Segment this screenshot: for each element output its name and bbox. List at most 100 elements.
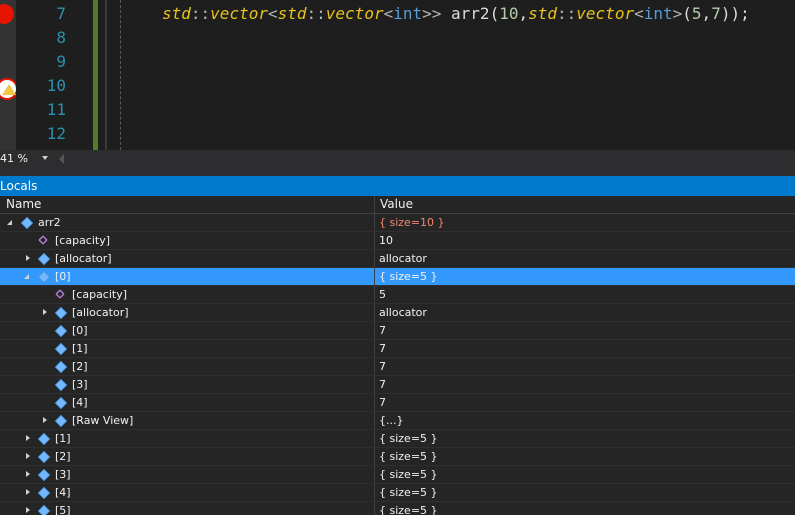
variable-icon: [37, 450, 51, 464]
column-separator: [374, 376, 375, 393]
column-separator: [374, 268, 375, 285]
variable-value[interactable]: { size=5 }: [379, 503, 438, 515]
editor-divider: [105, 0, 107, 150]
variable-name: [capacity]: [72, 288, 128, 301]
variable-value[interactable]: 5: [379, 287, 386, 302]
locals-row[interactable]: [2] 7: [0, 358, 795, 376]
breakpoint-gutter[interactable]: [0, 0, 18, 150]
expand-arrow-icon[interactable]: [26, 255, 30, 261]
locals-row[interactable]: [0] 7: [0, 322, 795, 340]
collapse-arrow-icon[interactable]: [7, 220, 12, 225]
code-token: vector: [576, 4, 635, 23]
code-token: std: [162, 4, 191, 23]
variable-value[interactable]: 7: [379, 341, 386, 356]
code-token: ::: [190, 4, 211, 23]
variable-value[interactable]: 10: [379, 233, 393, 248]
locals-row[interactable]: [capacity] 5: [0, 286, 795, 304]
code-token: std: [277, 4, 307, 23]
locals-row[interactable]: [4] 7: [0, 394, 795, 412]
code-editor[interactable]: 7 8 9 10 11 12 std::vector<std::vector<int>> …: [0, 0, 795, 150]
locals-row[interactable]: [Raw View] {...}: [0, 412, 795, 430]
variable-value[interactable]: 7: [379, 395, 386, 410]
variable-name: [Raw View]: [72, 414, 134, 427]
variable-name: [1]: [55, 432, 71, 445]
variable-name: [4]: [55, 486, 71, 499]
code-token: 5: [691, 4, 702, 23]
variable-name: [allocator]: [72, 306, 129, 319]
variable-value[interactable]: { size=5 }: [379, 485, 438, 500]
panel-splitter[interactable]: [0, 168, 795, 176]
code-token: ::: [557, 4, 577, 23]
expand-arrow-icon[interactable]: [26, 471, 30, 477]
variable-name: [2]: [72, 360, 88, 373]
collapse-arrow-icon[interactable]: [24, 274, 29, 279]
column-separator: [374, 250, 375, 267]
expand-arrow-icon[interactable]: [43, 417, 47, 423]
variable-value[interactable]: { size=5 }: [379, 431, 438, 446]
scroll-left-icon[interactable]: [59, 154, 64, 164]
locals-tree[interactable]: arr2 { size=10 } [capacity] 10 [allocator] al…: [0, 214, 795, 515]
variable-icon: [37, 486, 51, 500]
locals-row[interactable]: [1] 7: [0, 340, 795, 358]
column-separator: [374, 502, 375, 515]
breakpoint-icon[interactable]: [0, 4, 14, 24]
column-separator: [374, 466, 375, 483]
variable-icon: [37, 270, 51, 284]
locals-row[interactable]: [5] { size=5 }: [0, 502, 795, 515]
variable-name: [0]: [55, 270, 71, 283]
variable-value[interactable]: 7: [379, 323, 386, 338]
code-token: <: [383, 4, 394, 23]
variable-value[interactable]: allocator: [379, 251, 427, 266]
locals-row[interactable]: [4] { size=5 }: [0, 484, 795, 502]
code-token: ,: [518, 4, 529, 23]
code-line[interactable]: std::vector<std::vector<int>> arr2(10,st…: [162, 2, 750, 26]
indent-guide: [120, 0, 121, 150]
locals-row[interactable]: [3] 7: [0, 376, 795, 394]
variable-name: [capacity]: [55, 234, 111, 247]
variable-name: [0]: [72, 324, 88, 337]
variable-value[interactable]: { size=5 }: [379, 467, 438, 482]
variable-icon: [54, 378, 68, 392]
column-separator: [374, 484, 375, 501]
locals-row[interactable]: [0] { size=5 }: [0, 268, 795, 286]
locals-row[interactable]: [capacity] 10: [0, 232, 795, 250]
variable-value[interactable]: 7: [379, 359, 386, 374]
expand-arrow-icon[interactable]: [26, 489, 30, 495]
variable-value[interactable]: { size=5 }: [379, 449, 438, 464]
locals-row[interactable]: [allocator] allocator: [0, 250, 795, 268]
variable-icon: [37, 252, 51, 266]
variable-icon: [37, 432, 51, 446]
locals-row[interactable]: [1] { size=5 }: [0, 430, 795, 448]
locals-row[interactable]: [2] { size=5 }: [0, 448, 795, 466]
variable-value[interactable]: { size=5 }: [379, 269, 438, 284]
zoom-level[interactable]: 41 %: [0, 151, 28, 167]
variable-icon: [37, 504, 51, 515]
chevron-down-icon[interactable]: [42, 156, 48, 160]
code-token: 7: [711, 4, 721, 23]
locals-row[interactable]: [allocator] allocator: [0, 304, 795, 322]
variable-name: [3]: [55, 468, 71, 481]
code-token: vector: [210, 4, 268, 23]
variable-value[interactable]: { size=10 }: [379, 215, 445, 230]
expand-arrow-icon[interactable]: [26, 435, 30, 441]
column-separator[interactable]: [374, 196, 375, 213]
variable-value[interactable]: {...}: [379, 413, 404, 428]
code-token: >>: [422, 4, 452, 23]
locals-row[interactable]: arr2 { size=10 }: [0, 214, 795, 232]
locals-row[interactable]: [3] { size=5 }: [0, 466, 795, 484]
variable-value[interactable]: 7: [379, 377, 386, 392]
code-token: ,: [701, 4, 712, 23]
column-separator: [374, 340, 375, 357]
column-separator: [374, 232, 375, 249]
code-token: >: [672, 4, 683, 23]
variable-name: [5]: [55, 504, 71, 515]
variable-value[interactable]: allocator: [379, 305, 427, 320]
name-column-header[interactable]: Name: [6, 197, 41, 212]
expand-arrow-icon[interactable]: [26, 453, 30, 459]
expand-arrow-icon[interactable]: [26, 507, 30, 513]
code-token: <: [267, 4, 278, 23]
code-token: vector: [325, 4, 384, 23]
value-column-header[interactable]: Value: [380, 197, 413, 212]
expand-arrow-icon[interactable]: [43, 309, 47, 315]
column-separator: [374, 214, 375, 231]
